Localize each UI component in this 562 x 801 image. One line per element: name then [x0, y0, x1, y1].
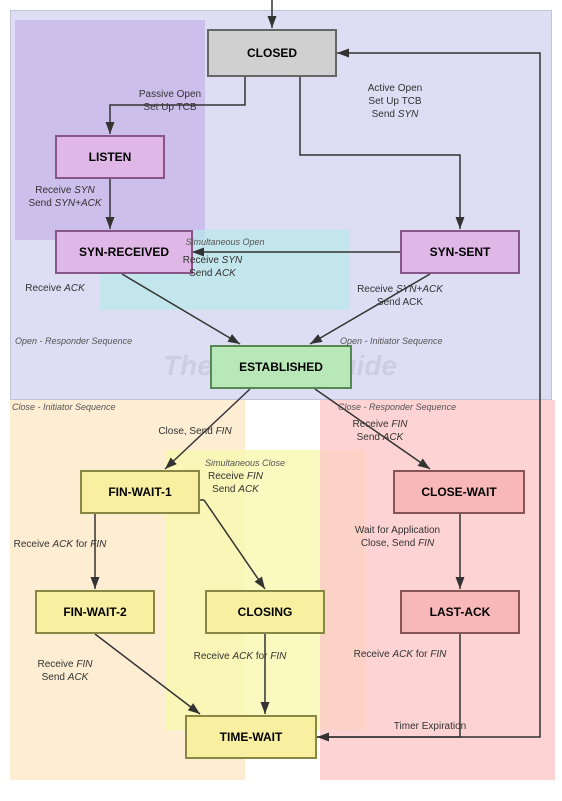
state-closing-label: CLOSING [238, 605, 293, 619]
label-receive-ack-fin-closing: Receive ACK for FIN [185, 650, 295, 663]
label-receive-fin-fw2: Receive FINSend ACK [10, 658, 120, 684]
label-simultaneous-open: Simultaneous Open [165, 237, 285, 249]
label-close-initiator: Close - Initiator Sequence [12, 402, 162, 412]
label-receive-syn-send-synack: Receive SYNSend SYN+ACK [10, 184, 120, 210]
state-listen-label: LISTEN [89, 150, 132, 164]
label-receive-synack: Receive SYN+ACKSend ACK [340, 283, 460, 309]
label-timer-expiration: Timer Expiration [370, 720, 490, 733]
state-closed: CLOSED [207, 29, 337, 77]
state-time-wait: TIME-WAIT [185, 715, 317, 759]
label-receive-syn-send-ack: Receive SYNSend ACK [160, 254, 265, 280]
state-listen: LISTEN [55, 135, 165, 179]
label-receive-ack-fin-lastACK: Receive ACK for FIN [345, 648, 455, 661]
label-simultaneous-close: Simultaneous Close [185, 458, 305, 470]
state-closed-label: CLOSED [247, 46, 297, 60]
state-close-wait: CLOSE-WAIT [393, 470, 525, 514]
label-passive-open: Passive OpenSet Up TCB [120, 88, 220, 114]
label-close-send-fin: Close, Send FIN [140, 425, 250, 438]
state-last-ack: LAST-ACK [400, 590, 520, 634]
state-syn-sent-label: SYN-SENT [430, 245, 491, 259]
label-receive-ack: Receive ACK [10, 282, 100, 295]
state-fin-wait-2: FIN-WAIT-2 [35, 590, 155, 634]
state-established-label: ESTABLISHED [239, 360, 323, 374]
state-fin-wait-1: FIN-WAIT-1 [80, 470, 200, 514]
state-fin-wait-2-label: FIN-WAIT-2 [63, 605, 126, 619]
state-syn-sent: SYN-SENT [400, 230, 520, 274]
label-open-initiator: Open - Initiator Sequence [340, 336, 485, 346]
label-active-open: Active OpenSet Up TCBSend SYN [340, 82, 450, 121]
state-closing: CLOSING [205, 590, 325, 634]
state-syn-received-label: SYN-RECEIVED [79, 245, 169, 259]
label-receive-fin-simclose: Receive FINSend ACK [183, 470, 288, 496]
label-open-responder: Open - Responder Sequence [15, 336, 155, 346]
state-fin-wait-1-label: FIN-WAIT-1 [108, 485, 171, 499]
label-close-responder: Close - Responder Sequence [338, 402, 493, 412]
state-established: ESTABLISHED [210, 345, 352, 389]
state-close-wait-label: CLOSE-WAIT [421, 485, 496, 499]
state-time-wait-label: TIME-WAIT [220, 730, 283, 744]
state-last-ack-label: LAST-ACK [430, 605, 491, 619]
label-wait-app-close: Wait for ApplicationClose, Send FIN [335, 524, 460, 550]
tcp-state-diagram: The TCP/IP Guide [0, 0, 562, 801]
label-receive-ack-fin1: Receive ACK for FIN [10, 538, 110, 551]
label-receive-fin-established: Receive FINSend ACK [330, 418, 430, 444]
